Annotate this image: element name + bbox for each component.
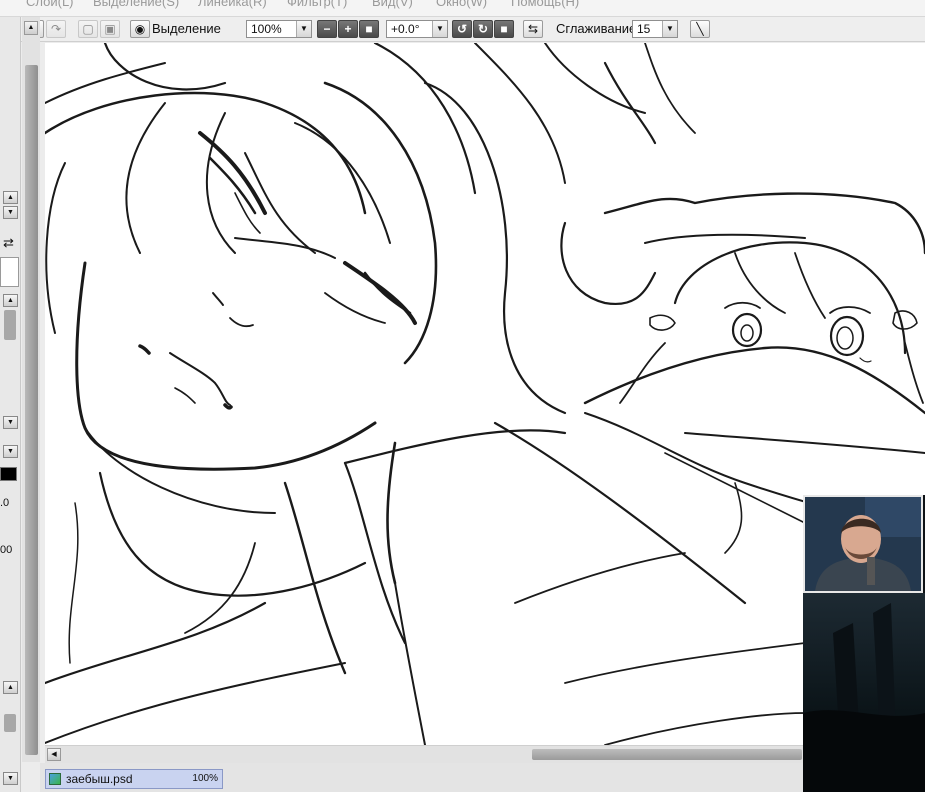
streamer-face-image bbox=[805, 497, 921, 591]
eye-icon: ◉ bbox=[134, 22, 146, 36]
plus-icon: + bbox=[344, 22, 352, 36]
rotate-right-button[interactable]: ↻ bbox=[473, 20, 493, 38]
chevron-down-icon: ▼ bbox=[432, 21, 447, 37]
pen-stroke-button[interactable]: ╲ bbox=[690, 20, 710, 38]
swap-colors-icon[interactable]: ⇄ bbox=[3, 235, 14, 251]
layers-scrollbar-thumb[interactable] bbox=[4, 714, 16, 732]
document-tab-bar: заебыш.psd 100% bbox=[40, 763, 805, 792]
square-icon: ■ bbox=[500, 22, 508, 36]
rotate-right-icon: ↻ bbox=[477, 22, 489, 36]
menu-help[interactable]: Помощь(H) bbox=[511, 0, 579, 9]
rotation-combo[interactable]: +0.0° ▼ bbox=[386, 20, 448, 38]
list-scroll-down-button[interactable]: ▼ bbox=[3, 416, 18, 429]
scroll-up-button[interactable]: ▲ bbox=[24, 21, 38, 35]
layers-scroll-down-button[interactable]: ▼ bbox=[3, 772, 18, 785]
square-icon: ■ bbox=[365, 22, 373, 36]
menu-layers[interactable]: Слои(L) bbox=[26, 0, 74, 9]
selection-label: Выделение bbox=[152, 21, 221, 36]
drawing-canvas[interactable] bbox=[45, 43, 925, 745]
menubar: Слои(L) Выделение(S) Линейка(R) Фильтр(T… bbox=[0, 0, 925, 17]
smoothing-label: Сглаживание bbox=[556, 21, 637, 36]
redo-icon: ↷ bbox=[50, 22, 62, 36]
rotate-left-icon: ↺ bbox=[456, 22, 468, 36]
panel-value-2: 00 bbox=[0, 544, 13, 556]
left-panel: ▲ ▼ ⇄ ▲ ▼ ▼ .0 00 ▲ ▼ bbox=[0, 17, 21, 792]
panel-scroll-down-button[interactable]: ▼ bbox=[3, 206, 18, 219]
horizontal-scroll-thumb[interactable] bbox=[532, 749, 802, 760]
menu-filter[interactable]: Фильтр(T) bbox=[287, 0, 347, 9]
zoom-in-button[interactable]: + bbox=[338, 20, 358, 38]
zoom-out-button[interactable]: − bbox=[317, 20, 337, 38]
menu-ruler[interactable]: Линейка(R) bbox=[198, 0, 267, 9]
smoothing-combo[interactable]: 15 ▼ bbox=[632, 20, 678, 38]
canvas-horizontal-scrollbar[interactable]: ◀ bbox=[45, 745, 805, 763]
psd-file-icon bbox=[49, 773, 61, 785]
layers-scroll-up-button[interactable]: ▲ bbox=[3, 681, 18, 694]
flip-horizontal-button[interactable]: ⇆ bbox=[523, 20, 543, 38]
rotation-value: +0.0° bbox=[391, 22, 420, 36]
dropdown-button[interactable]: ▼ bbox=[3, 445, 18, 458]
document-tab[interactable]: заебыш.psd 100% bbox=[45, 769, 223, 789]
scroll-left-button[interactable]: ◀ bbox=[47, 748, 61, 761]
minus-icon: − bbox=[323, 22, 331, 36]
rotate-left-button[interactable]: ↺ bbox=[452, 20, 472, 38]
webcam-video bbox=[803, 495, 923, 593]
document-zoom: 100% bbox=[192, 773, 218, 784]
canvas-vertical-scrollbar[interactable]: ▲ bbox=[22, 17, 40, 762]
chevron-down-icon: ▼ bbox=[296, 21, 311, 37]
deselect-icon: ▢ bbox=[82, 22, 94, 36]
redo-button[interactable]: ↷ bbox=[46, 20, 66, 38]
dark-scene-graphic bbox=[803, 603, 925, 792]
game-scene-image bbox=[803, 593, 925, 792]
menu-selection[interactable]: Выделение(S) bbox=[93, 0, 179, 9]
panel-value-1: .0 bbox=[0, 497, 10, 509]
list-scroll-up-button[interactable]: ▲ bbox=[3, 294, 18, 307]
document-filename: заебыш.psd bbox=[66, 772, 133, 786]
select-all-icon: ▣ bbox=[104, 22, 116, 36]
deselect-button[interactable]: ▢ bbox=[78, 20, 98, 38]
zoom-value: 100% bbox=[251, 22, 282, 36]
line-art-drawing bbox=[45, 43, 925, 745]
webcam-overlay bbox=[803, 495, 925, 792]
smoothing-value: 15 bbox=[637, 22, 651, 36]
chevron-down-icon: ▼ bbox=[662, 21, 677, 37]
list-scrollbar-thumb[interactable] bbox=[4, 310, 16, 340]
vertical-scroll-thumb[interactable] bbox=[25, 65, 38, 755]
pen-stroke-icon: ╲ bbox=[696, 22, 704, 36]
show-selection-button[interactable]: ◉ bbox=[130, 20, 150, 38]
flip-horizontal-icon: ⇆ bbox=[527, 22, 539, 36]
color-preview[interactable] bbox=[0, 257, 19, 287]
zoom-reset-button[interactable]: ■ bbox=[359, 20, 379, 38]
panel-scroll-up-button[interactable]: ▲ bbox=[3, 191, 18, 204]
menu-view[interactable]: Вид(V) bbox=[372, 0, 413, 9]
select-all-button[interactable]: ▣ bbox=[100, 20, 120, 38]
toolbar: ↶ ↷ ▢ ▣ ◉ Выделение 100% ▼ − + ■ +0.0° ▼… bbox=[20, 17, 925, 42]
rotate-reset-button[interactable]: ■ bbox=[494, 20, 514, 38]
zoom-combo[interactable]: 100% ▼ bbox=[246, 20, 312, 38]
menu-window[interactable]: Окно(W) bbox=[436, 0, 487, 9]
primary-color-swatch[interactable] bbox=[0, 467, 17, 481]
